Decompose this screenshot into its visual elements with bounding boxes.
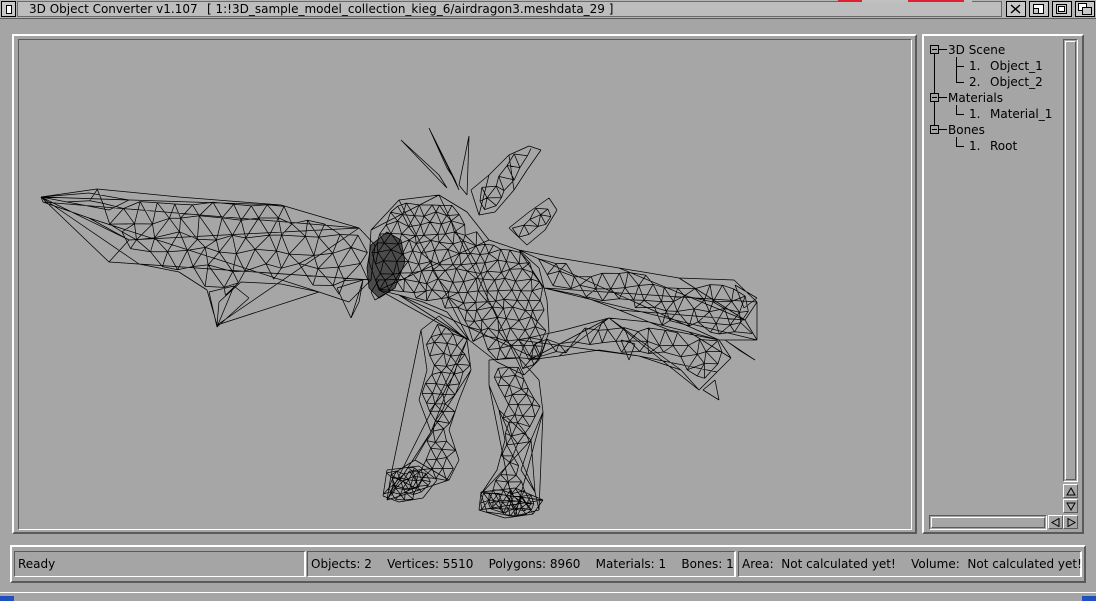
dragon-head	[366, 231, 406, 299]
tree-group-materials[interactable]: Materials	[948, 91, 1003, 105]
tree-group-3d-scene[interactable]: 3D Scene	[948, 43, 1005, 57]
file-path-title: [ 1:!3D_sample_model_collection_kieg_6/a…	[207, 2, 614, 16]
scene-tree[interactable]: 3D Scene 1. Object_1 2. Object_2 Materia…	[926, 39, 1063, 513]
tree-group-bones[interactable]: Bones	[948, 123, 985, 137]
minus-box-icon[interactable]	[930, 125, 939, 134]
status-message: Ready	[18, 557, 56, 571]
arrow-up-icon[interactable]	[1063, 484, 1078, 498]
arrow-right-icon[interactable]	[1063, 515, 1078, 529]
tree-item-object-1[interactable]: Object_1	[990, 59, 1043, 73]
tree-vertical-scroll-thumb[interactable]	[1065, 41, 1076, 480]
tree-item-index: 1.	[969, 139, 981, 153]
arrow-left-icon[interactable]	[1048, 515, 1063, 529]
window-title: 3D Object Converter v1.107	[29, 2, 198, 16]
3d-viewport[interactable]	[18, 39, 912, 530]
tree-horizontal-scroll-thumb[interactable]	[931, 517, 1045, 528]
minus-box-icon[interactable]	[930, 93, 939, 102]
window-stack-icon[interactable]	[1075, 1, 1095, 17]
scene-statistics: Objects: 2 Vertices: 5510 Polygons: 8960…	[311, 557, 734, 571]
tree-item-index: 1.	[969, 59, 981, 73]
tree-item-material-1[interactable]: Material_1	[990, 107, 1052, 121]
close-icon[interactable]	[1, 1, 16, 17]
window-titlebar[interactable]: 3D Object Converter v1.107 [ 1:!3D_sampl…	[0, 0, 1096, 19]
tree-item-object-2[interactable]: Object_2	[990, 75, 1043, 89]
tree-item-index: 2.	[969, 75, 981, 89]
area-volume-readout: Area: Not calculated yet! Volume: Not ca…	[742, 557, 1082, 571]
minus-box-icon[interactable]	[930, 45, 939, 54]
tree-item-index: 1.	[969, 107, 981, 121]
zoom-icon[interactable]	[1029, 1, 1049, 17]
depth-icon[interactable]	[1006, 1, 1026, 17]
status-message-field	[14, 551, 306, 577]
title-color-strip	[838, 0, 972, 2]
dragon-wireframe-model[interactable]	[19, 40, 911, 529]
wireframe-edges	[40, 127, 758, 519]
window-bottom-edge	[0, 592, 1096, 601]
arrow-down-icon[interactable]	[1063, 499, 1078, 513]
iconify-icon[interactable]	[1052, 1, 1072, 17]
tree-item-root[interactable]: Root	[990, 139, 1017, 153]
